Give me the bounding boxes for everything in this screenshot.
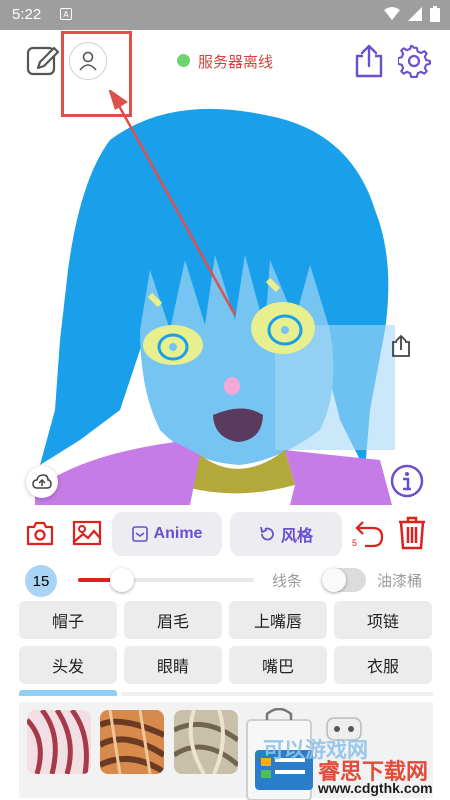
style-thumb-1[interactable] [27, 710, 91, 774]
tool-bar: Anime 风格 5 [0, 508, 450, 560]
style-preview-image [174, 710, 238, 774]
bucket-mode-label: 油漆桶 [377, 572, 423, 590]
style-preview-image [100, 710, 164, 774]
part-eyebrows[interactable]: 眉毛 [124, 601, 222, 639]
undo-button[interactable]: 5 [350, 514, 386, 554]
watermark-line-3: www.cdgthk.com [318, 780, 433, 796]
camera-button[interactable] [25, 518, 55, 548]
settings-icon [398, 45, 431, 78]
part-clothes[interactable]: 衣服 [334, 646, 432, 684]
server-status-dot [177, 54, 190, 67]
undo-count: 5 [352, 538, 358, 548]
style-preview-image [27, 710, 91, 774]
highlight-annotation [61, 31, 132, 117]
brush-size-value: 15 [25, 565, 57, 597]
anime-label: Anime [153, 525, 203, 542]
status-time: 5:22 [12, 6, 42, 23]
part-hat[interactable]: 帽子 [19, 601, 117, 639]
toggle-knob [322, 568, 346, 592]
cloud-upload-button[interactable] [26, 466, 58, 498]
signal-icon [408, 7, 422, 21]
gallery-button[interactable] [71, 518, 103, 548]
image-icon [72, 520, 102, 546]
checkbox-icon [131, 526, 148, 542]
part-hair[interactable]: 头发 [19, 646, 117, 684]
anime-button[interactable]: Anime [112, 512, 222, 556]
rotate-icon [260, 526, 274, 541]
camera-icon [26, 521, 54, 546]
part-necklace[interactable]: 项链 [334, 601, 432, 639]
share-button[interactable] [352, 43, 386, 79]
server-status-text: 服务器离线 [198, 53, 274, 71]
edit-canvas-button[interactable] [26, 44, 60, 78]
info-button[interactable] [390, 464, 424, 498]
system-icons [384, 6, 440, 22]
brush-settings-row: 15 线条 油漆桶 [0, 563, 450, 597]
anime-drawing [35, 90, 395, 505]
notification-icon: A [60, 8, 72, 20]
share-icon [355, 44, 383, 78]
canvas-share-button[interactable] [390, 333, 412, 359]
style-thumb-2[interactable] [100, 710, 164, 774]
trash-icon [399, 516, 425, 550]
battery-icon [430, 6, 440, 22]
style-button[interactable]: 风格 [230, 512, 342, 556]
style-label: 风格 [280, 528, 313, 545]
cloud-upload-icon [32, 474, 52, 489]
share-icon [392, 334, 410, 357]
bucket-toggle[interactable] [322, 568, 366, 592]
info-icon [390, 464, 424, 498]
line-mode-label: 线条 [272, 572, 303, 590]
watermark-logo: 可以游戏网 睿思下载网 www.cdgthk.com [245, 707, 450, 800]
part-eyes[interactable]: 眼睛 [124, 646, 222, 684]
tab-indicator [19, 690, 117, 696]
status-bar: 5:22 A [0, 0, 450, 30]
edit-canvas-icon [26, 46, 60, 76]
wifi-icon [384, 7, 400, 20]
settings-button[interactable] [397, 44, 433, 80]
part-mouth[interactable]: 嘴巴 [229, 646, 327, 684]
delete-button[interactable] [396, 514, 428, 552]
part-upper-lip[interactable]: 上嘴唇 [229, 601, 327, 639]
drawing-canvas[interactable] [0, 90, 450, 505]
style-thumb-3[interactable] [174, 710, 238, 774]
brush-size-slider[interactable] [78, 568, 254, 592]
tab-strip [121, 692, 433, 696]
slider-thumb[interactable] [110, 568, 134, 592]
